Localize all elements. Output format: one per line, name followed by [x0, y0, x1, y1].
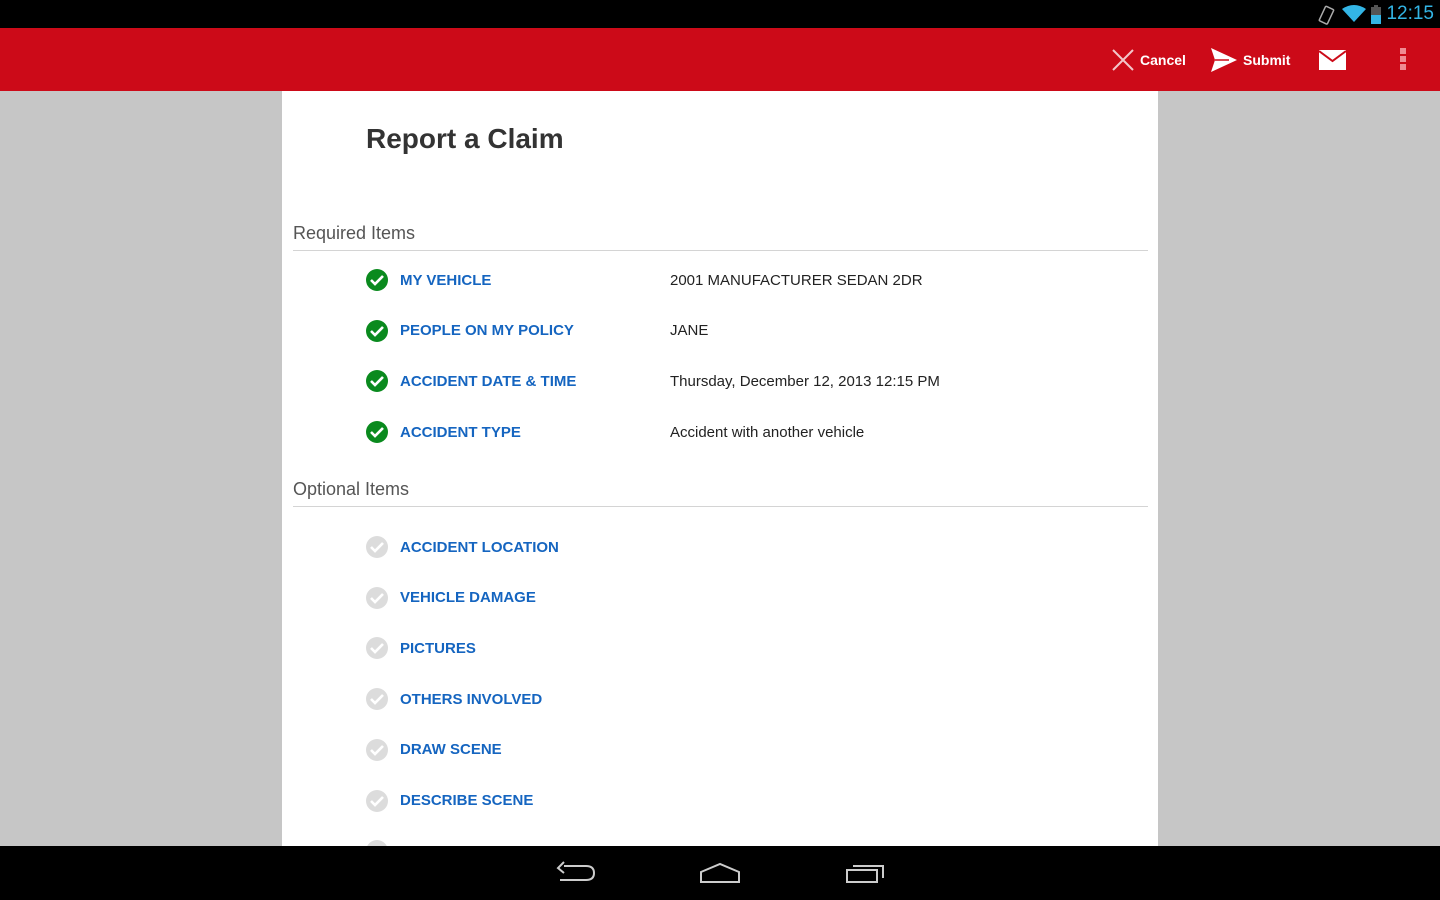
list-item[interactable]: ACCIDENT LOCATION: [366, 535, 559, 559]
submit-button[interactable]: Submit: [1211, 28, 1290, 91]
item-label[interactable]: ACCIDENT TYPE: [400, 424, 521, 441]
item-label[interactable]: PEOPLE ON MY POLICY: [400, 322, 574, 339]
page-title: Report a Claim: [366, 123, 564, 154]
list-item[interactable]: ACCIDENT DATE & TIME Thursday, December 1…: [366, 369, 940, 393]
item-label[interactable]: PICTURES: [400, 640, 476, 657]
cancel-button[interactable]: Cancel: [1112, 28, 1186, 91]
list-item[interactable]: OTHERS INVOLVED: [366, 687, 542, 711]
claim-form-card: Report a Claim Required Items MY VEHICLE…: [282, 91, 1158, 846]
check-circle-icon: [366, 536, 388, 558]
send-icon: [1211, 47, 1237, 72]
item-label[interactable]: OTHERS INVOLVED: [400, 691, 542, 708]
check-circle-icon: [366, 789, 388, 812]
check-circle-icon: [366, 738, 388, 761]
check-circle-icon: [366, 370, 388, 393]
item-label[interactable]: MY VEHICLE: [400, 272, 491, 289]
wifi-icon: [1342, 5, 1366, 22]
item-value: Thursday, December 12, 2013 12:15 PM: [670, 372, 940, 390]
list-item[interactable]: MY VEHICLE 2001 MANUFACTURER SEDAN 2DR: [366, 268, 923, 292]
home-icon[interactable]: [699, 860, 741, 886]
item-label[interactable]: VEHICLE DAMAGE: [400, 589, 536, 606]
list-item[interactable]: POLICE REPORT: [366, 839, 523, 846]
vibrate-icon: [1318, 5, 1335, 25]
item-label[interactable]: ACCIDENT LOCATION: [400, 539, 559, 556]
recent-apps-icon[interactable]: [845, 860, 887, 886]
check-circle-icon: [366, 637, 388, 660]
check-circle-icon: [366, 688, 388, 711]
required-items-header: Required Items: [293, 223, 416, 243]
cancel-label: Cancel: [1140, 51, 1186, 68]
action-bar: Cancel Submit: [0, 28, 1440, 91]
item-label[interactable]: ACCIDENT DATE & TIME: [400, 373, 576, 390]
item-label[interactable]: DESCRIBE SCENE: [400, 792, 533, 809]
submit-label: Submit: [1243, 51, 1291, 68]
item-value: 2001 MANUFACTURER SEDAN 2DR: [670, 271, 923, 289]
check-circle-icon: [366, 421, 388, 444]
item-value: Accident with another vehicle: [670, 423, 865, 441]
overflow-menu-button[interactable]: [1400, 28, 1407, 91]
close-icon: [1112, 48, 1134, 71]
check-circle-icon: [366, 319, 388, 342]
clock: 12:15: [1386, 3, 1434, 24]
back-icon[interactable]: [556, 860, 596, 886]
list-item[interactable]: DESCRIBE SCENE: [366, 789, 533, 813]
list-item[interactable]: VEHICLE DAMAGE: [366, 586, 536, 610]
check-circle-icon: [366, 586, 388, 609]
battery-charging-icon: [1371, 5, 1381, 24]
divider: [293, 506, 1148, 507]
item-value: JANE: [670, 322, 709, 340]
list-item[interactable]: DRAW SCENE: [366, 738, 502, 762]
navigation-bar: [0, 846, 1440, 900]
list-item[interactable]: ACCIDENT TYPE Accident with another vehic…: [366, 420, 864, 444]
check-circle-icon: [366, 269, 388, 291]
status-bar: 12:15: [0, 0, 1440, 28]
optional-items-header: Optional Items: [293, 479, 410, 499]
overflow-menu-icon: [1400, 48, 1406, 70]
item-label[interactable]: DRAW SCENE: [400, 741, 502, 758]
list-item[interactable]: PEOPLE ON MY POLICY JANE: [366, 319, 708, 343]
email-button[interactable]: [1319, 28, 1346, 91]
mail-icon: [1319, 49, 1346, 70]
divider: [293, 250, 1148, 251]
list-item[interactable]: PICTURES: [366, 636, 476, 660]
